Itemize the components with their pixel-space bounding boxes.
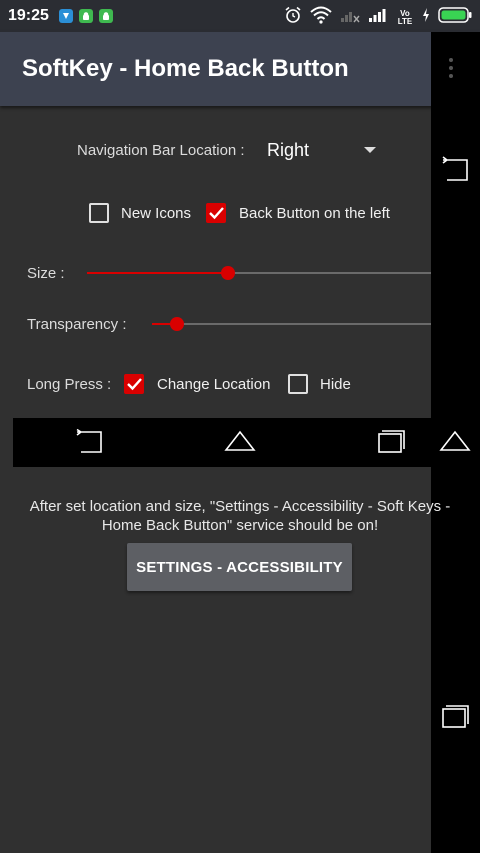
info-line-2: Home Back Button" service should be on!	[101, 517, 379, 534]
back-icon[interactable]	[75, 428, 105, 461]
transparency-label: Transparency :	[27, 316, 127, 333]
wifi-icon	[310, 6, 332, 29]
home-icon[interactable]	[439, 428, 471, 459]
check-icon	[209, 207, 224, 220]
back-icon[interactable]	[441, 154, 471, 189]
home-icon[interactable]	[224, 428, 256, 459]
settings-accessibility-button[interactable]: SETTINGS - ACCESSIBILITY	[127, 543, 352, 591]
hide-checkbox[interactable]	[288, 374, 308, 394]
change-location-checkbox[interactable]	[124, 374, 144, 394]
size-slider-fill	[87, 272, 228, 274]
back-button-left-label: Back Button on the left	[239, 205, 390, 222]
battery-charging-icon	[438, 7, 472, 28]
recent-apps-icon[interactable]	[376, 428, 406, 459]
long-press-label: Long Press :	[27, 376, 112, 393]
size-label: Size :	[27, 265, 65, 282]
android-icon	[78, 9, 93, 23]
page-title: SoftKey - Home Back Button	[22, 55, 349, 82]
alarm-icon	[284, 6, 302, 29]
check-icon	[127, 378, 142, 391]
app-notification-icon	[58, 9, 73, 23]
app-toolbar: SoftKey - Home Back Button	[0, 32, 480, 106]
size-slider-thumb[interactable]	[221, 266, 235, 280]
charging-icon	[422, 8, 430, 27]
info-text: After set location and size, "Settings -…	[0, 497, 480, 535]
transparency-slider-thumb[interactable]	[170, 317, 184, 331]
overflow-menu-icon[interactable]	[449, 58, 453, 82]
status-time: 19:25	[8, 7, 49, 24]
hide-label: Hide	[320, 376, 351, 393]
nav-location-label: Navigation Bar Location :	[77, 142, 245, 159]
android-icon	[98, 9, 113, 23]
signal-icon	[340, 7, 360, 28]
change-location-label: Change Location	[157, 376, 271, 393]
new-icons-label: New Icons	[121, 205, 192, 222]
status-bar: 19:25 Vo LTE	[0, 0, 480, 32]
recent-apps-icon[interactable]	[440, 703, 470, 734]
dropdown-arrow-icon[interactable]	[364, 147, 376, 153]
back-button-left-checkbox[interactable]	[206, 203, 226, 223]
transparency-slider-track[interactable]	[152, 323, 431, 325]
info-line-1: After set location and size, "Settings -…	[29, 498, 451, 515]
volte-indicator: Vo LTE	[397, 8, 413, 26]
nav-location-select[interactable]: Right	[267, 140, 309, 161]
signal-icon	[368, 7, 388, 28]
new-icons-checkbox[interactable]	[89, 203, 109, 223]
